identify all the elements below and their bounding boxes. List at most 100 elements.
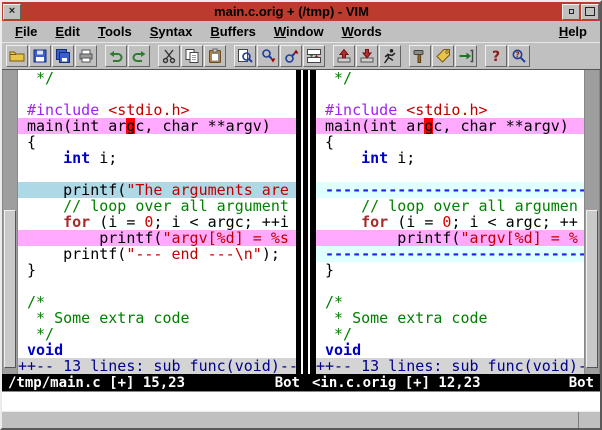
fold-column	[18, 310, 27, 326]
redo-button[interactable]	[128, 45, 150, 67]
close-icon: ×	[9, 6, 15, 17]
print-button[interactable]	[75, 45, 97, 67]
code-line[interactable]: * Some extra code	[316, 310, 584, 326]
code-line[interactable]: * Some extra code	[18, 310, 296, 326]
find-button[interactable]	[234, 45, 256, 67]
fold-column	[18, 230, 27, 246]
find-prev-button[interactable]	[280, 45, 302, 67]
code-line[interactable]: for (i = 0; i < argc; ++i	[18, 214, 296, 230]
code-line[interactable]: */	[316, 70, 584, 86]
code-line[interactable]	[316, 278, 584, 294]
load-session-button[interactable]	[333, 45, 355, 67]
code-line[interactable]: printf("The arguments are	[18, 182, 296, 198]
code-text: );	[262, 246, 280, 262]
code-line[interactable]	[316, 86, 584, 102]
code-text: for	[361, 214, 388, 230]
menu-item-file[interactable]: File	[6, 23, 46, 40]
code-line[interactable]: main(int argc, char **argv)	[18, 118, 296, 134]
diff-filler-line[interactable]: ----------------------------------------…	[316, 246, 584, 262]
fold-column	[316, 326, 325, 342]
code-line[interactable]: */	[18, 70, 296, 86]
code-line[interactable]: void	[316, 342, 584, 358]
code-line[interactable]: main(int argc, char **argv)	[316, 118, 584, 134]
find-next-button[interactable]	[257, 45, 279, 67]
code-line[interactable]: /*	[18, 294, 296, 310]
menu-item-syntax[interactable]: Syntax	[141, 23, 202, 40]
replace-button[interactable]	[303, 45, 325, 67]
vertical-split-separator[interactable]	[296, 70, 316, 374]
code-line[interactable]	[18, 86, 296, 102]
fold-column	[316, 342, 325, 358]
open-button[interactable]	[6, 45, 28, 67]
fold-column	[316, 294, 325, 310]
code-line[interactable]: for (i = 0; i < argc; ++	[316, 214, 584, 230]
make-button[interactable]	[409, 45, 431, 67]
run-script-button[interactable]	[379, 45, 401, 67]
save-session-button[interactable]	[356, 45, 378, 67]
tag-jump-button[interactable]	[455, 45, 477, 67]
code-line[interactable]: printf("argv[%d] = %	[316, 230, 584, 246]
menu-item-words[interactable]: Words	[333, 23, 391, 40]
undo-button[interactable]	[105, 45, 127, 67]
code-line[interactable]: #include <stdio.h>	[18, 102, 296, 118]
maximize-button[interactable]	[581, 4, 599, 20]
close-button[interactable]: ×	[3, 4, 21, 20]
code-line[interactable]: /*	[316, 294, 584, 310]
code-text: */	[325, 70, 352, 86]
menu-item-buffers[interactable]: Buffers	[201, 23, 265, 40]
left-scrollbar[interactable]	[2, 70, 18, 374]
find-help-button[interactable]: ?	[508, 45, 530, 67]
code-line[interactable]: int i;	[316, 150, 584, 166]
code-line[interactable]: {	[18, 134, 296, 150]
minimize-button[interactable]	[562, 4, 580, 20]
code-line[interactable]: #include <stdio.h>	[316, 102, 584, 118]
command-line[interactable]	[2, 391, 600, 411]
paste-button[interactable]	[204, 45, 226, 67]
code-line[interactable]: printf("argv[%d] = %s	[18, 230, 296, 246]
menu-item-help[interactable]: Help	[550, 23, 596, 40]
menu-item-edit[interactable]: Edit	[46, 23, 89, 40]
menu-item-tools[interactable]: Tools	[89, 23, 141, 40]
code-line[interactable]: int i;	[18, 150, 296, 166]
code-line[interactable]: void	[18, 342, 296, 358]
code-line[interactable]: {	[316, 134, 584, 150]
code-line[interactable]	[18, 278, 296, 294]
code-text: ; i < argc; ++i	[153, 214, 288, 230]
title-bar[interactable]: × main.c.orig + (/tmp) - VIM	[2, 2, 600, 21]
window-bottom-frame[interactable]	[2, 411, 600, 428]
code-line[interactable]: */	[18, 326, 296, 342]
code-line[interactable]: }	[316, 262, 584, 278]
copy-sheets-icon	[184, 48, 200, 64]
undo-arrow-icon	[108, 48, 124, 64]
folded-line[interactable]: ++-- 13 lines: sub_func(void)--------	[316, 358, 584, 374]
save-all-button[interactable]	[52, 45, 74, 67]
folded-line[interactable]: ++-- 13 lines: sub_func(void)-----------…	[18, 358, 296, 374]
copy-button[interactable]	[181, 45, 203, 67]
code-line[interactable]	[18, 166, 296, 182]
cut-button[interactable]	[158, 45, 180, 67]
run-ctags-button[interactable]	[432, 45, 454, 67]
code-line[interactable]: // loop over all argumen	[316, 198, 584, 214]
right-editor-pane[interactable]: */ #include <stdio.h> main(int argc, cha…	[316, 70, 584, 374]
code-line[interactable]	[316, 166, 584, 182]
code-text: "argv[%d] = %	[460, 230, 577, 246]
fold-column	[316, 246, 325, 262]
fold-column	[316, 262, 325, 278]
code-line[interactable]: }	[18, 262, 296, 278]
statusline-right[interactable]: <in.c.orig [+] 12,23 Bot	[306, 374, 600, 391]
floppy-icon	[32, 48, 48, 64]
code-line[interactable]: // loop over all argument	[18, 198, 296, 214]
statusline-left[interactable]: /tmp/main.c [+] 15,23 Bot	[2, 374, 306, 391]
left-editor-pane[interactable]: */ #include <stdio.h> main(int argc, cha…	[18, 70, 296, 374]
menu-item-window[interactable]: Window	[265, 23, 333, 40]
code-line[interactable]: printf("--- end ---\n");	[18, 246, 296, 262]
code-text: for	[63, 214, 90, 230]
left-scrollbar-thumb[interactable]	[4, 210, 16, 368]
right-scrollbar-thumb[interactable]	[586, 210, 598, 368]
save-button[interactable]	[29, 45, 51, 67]
code-line[interactable]: */	[316, 326, 584, 342]
resize-grip[interactable]	[578, 412, 600, 428]
help-button[interactable]: ?	[485, 45, 507, 67]
right-scrollbar[interactable]	[584, 70, 600, 374]
diff-filler-line[interactable]: ----------------------------------------…	[316, 182, 584, 198]
